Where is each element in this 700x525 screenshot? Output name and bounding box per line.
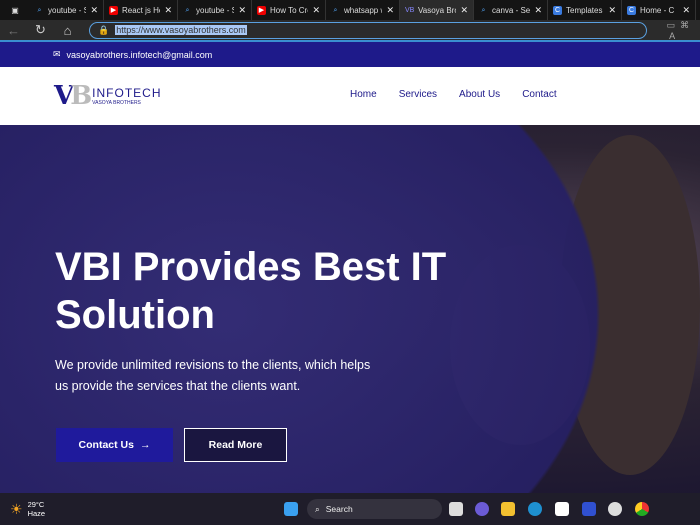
taskbar: ☀ 29°C Haze ⌕ Search xyxy=(0,493,700,525)
close-tab-icon[interactable]: ✕ xyxy=(312,5,320,16)
lock-icon: 🔒 xyxy=(98,24,110,35)
tab-5[interactable]: VBVasoya Brot ✕ xyxy=(400,0,474,20)
logo-name: INFOTECH xyxy=(92,86,162,100)
contact-us-button[interactable]: Contact Us → xyxy=(56,428,173,462)
teams-icon[interactable] xyxy=(475,502,489,516)
search-icon: ⌕ xyxy=(185,6,190,14)
taskbar-search[interactable]: ⌕ Search xyxy=(307,499,442,519)
site-header: VB INFOTECH VASOYA BROTHERS Home Services… xyxy=(0,67,700,125)
nav-about[interactable]: About Us xyxy=(459,89,500,100)
haze-icon: ☀ xyxy=(10,500,23,517)
tab-title: canva - Sea xyxy=(492,5,531,15)
url-text: https://www.vasoyabrothers.com xyxy=(115,25,247,35)
app-icon[interactable] xyxy=(582,502,596,516)
start-icon[interactable] xyxy=(284,502,298,516)
search-icon: ⌕ xyxy=(37,6,42,14)
search-icon: ⌕ xyxy=(333,6,338,14)
weather-widget[interactable]: ☀ 29°C Haze xyxy=(10,500,45,518)
edge-icon[interactable] xyxy=(528,502,542,516)
search-icon: ⌕ xyxy=(481,6,486,14)
canva-icon: C xyxy=(553,5,562,15)
tab-title: Home - C xyxy=(640,5,675,15)
logo-sub: VASOYA BROTHERS xyxy=(92,100,141,106)
tab-4[interactable]: ⌕ whatsapp w ✕ xyxy=(326,0,400,20)
close-tab-icon[interactable]: ✕ xyxy=(164,5,172,16)
close-tab-icon[interactable]: ✕ xyxy=(682,5,690,16)
close-tab-icon[interactable]: ✕ xyxy=(90,5,98,16)
store-icon[interactable] xyxy=(555,502,569,516)
tab-title: How To Cre xyxy=(270,5,309,15)
email-link[interactable]: vasoyabrothers.infotech@gmail.com xyxy=(67,50,213,60)
file-explorer-icon[interactable] xyxy=(501,502,515,516)
tab-title: Templates xyxy=(566,5,603,15)
tab-title: React js Ho xyxy=(122,5,161,15)
contact-us-label: Contact Us xyxy=(78,439,134,451)
logo-mark: VB xyxy=(54,81,92,111)
tab-0[interactable]: ⌕ youtube - S ✕ xyxy=(30,0,104,20)
hero-title: VBI Provides Best IT Solution xyxy=(55,245,447,337)
close-tab-icon[interactable]: ✕ xyxy=(460,5,468,16)
mail-icon: ✉ xyxy=(53,49,61,59)
close-tab-icon[interactable]: ✕ xyxy=(386,5,394,16)
tab-title: whatsapp w xyxy=(344,5,383,15)
weather-text: Haze xyxy=(27,509,46,518)
toolbar-icons[interactable]: ▭ ⌘ A xyxy=(667,20,700,41)
close-tab-icon[interactable]: ✕ xyxy=(608,5,616,16)
hero-section: VBI Provides Best IT Solution We provide… xyxy=(0,125,700,493)
nav-home[interactable]: Home xyxy=(350,89,377,100)
vb-icon: VB xyxy=(405,6,415,14)
nav-contact[interactable]: Contact xyxy=(522,89,556,100)
tab-strip: ▣ ⌕ youtube - S ✕ ▶ React js Ho ✕ ⌕ youtube - S… xyxy=(0,0,700,20)
tab-6[interactable]: ⌕ canva - Sea ✕ xyxy=(474,0,548,20)
hero-text: We provide unlimited revisions to the cl… xyxy=(55,358,371,393)
nav-services[interactable]: Services xyxy=(399,89,437,100)
arrow-right-icon: → xyxy=(139,439,151,451)
tab-title: youtube - S xyxy=(48,5,87,15)
search-icon: ⌕ xyxy=(315,503,320,514)
youtube-icon: ▶ xyxy=(109,5,118,15)
tab-title: Vasoya Brot xyxy=(418,5,456,15)
back-icon[interactable]: ← xyxy=(0,23,27,38)
chrome-icon[interactable] xyxy=(635,502,649,516)
url-input[interactable]: 🔒 https://www.vasoyabrothers.com xyxy=(89,21,647,39)
temperature: 29°C xyxy=(27,500,45,509)
tab-title: youtube - S xyxy=(196,5,235,15)
close-tab-icon[interactable]: ✕ xyxy=(238,5,246,16)
refresh-icon[interactable]: ↻ xyxy=(27,22,54,38)
obs-icon[interactable] xyxy=(608,502,622,516)
canva-icon: C xyxy=(627,5,636,15)
main-nav: Home Services About Us Contact xyxy=(350,89,557,100)
tab-7[interactable]: C Templates ✕ xyxy=(548,0,622,20)
read-more-label: Read More xyxy=(208,439,263,451)
logo[interactable]: VB INFOTECH VASOYA BROTHERS xyxy=(54,81,162,111)
contact-topbar: ✉ vasoyabrothers.infotech@gmail.com xyxy=(0,42,700,67)
close-tab-icon[interactable]: ✕ xyxy=(534,5,542,16)
tab-2[interactable]: ⌕ youtube - S ✕ xyxy=(178,0,252,20)
task-view-icon[interactable] xyxy=(449,502,463,516)
tab-8[interactable]: C Home - C ✕ xyxy=(622,0,696,20)
youtube-icon: ▶ xyxy=(257,5,266,15)
address-bar-row: ← ↻ ⌂ 🔒 https://www.vasoyabrothers.com ▭ … xyxy=(0,20,700,42)
tab-actions-icon[interactable]: ▣ xyxy=(0,6,30,15)
tab-1[interactable]: ▶ React js Ho ✕ xyxy=(104,0,178,20)
home-icon[interactable]: ⌂ xyxy=(54,23,81,38)
read-more-button[interactable]: Read More xyxy=(184,428,287,462)
search-label: Search xyxy=(325,504,353,514)
tab-3[interactable]: ▶ How To Cre ✕ xyxy=(252,0,326,20)
